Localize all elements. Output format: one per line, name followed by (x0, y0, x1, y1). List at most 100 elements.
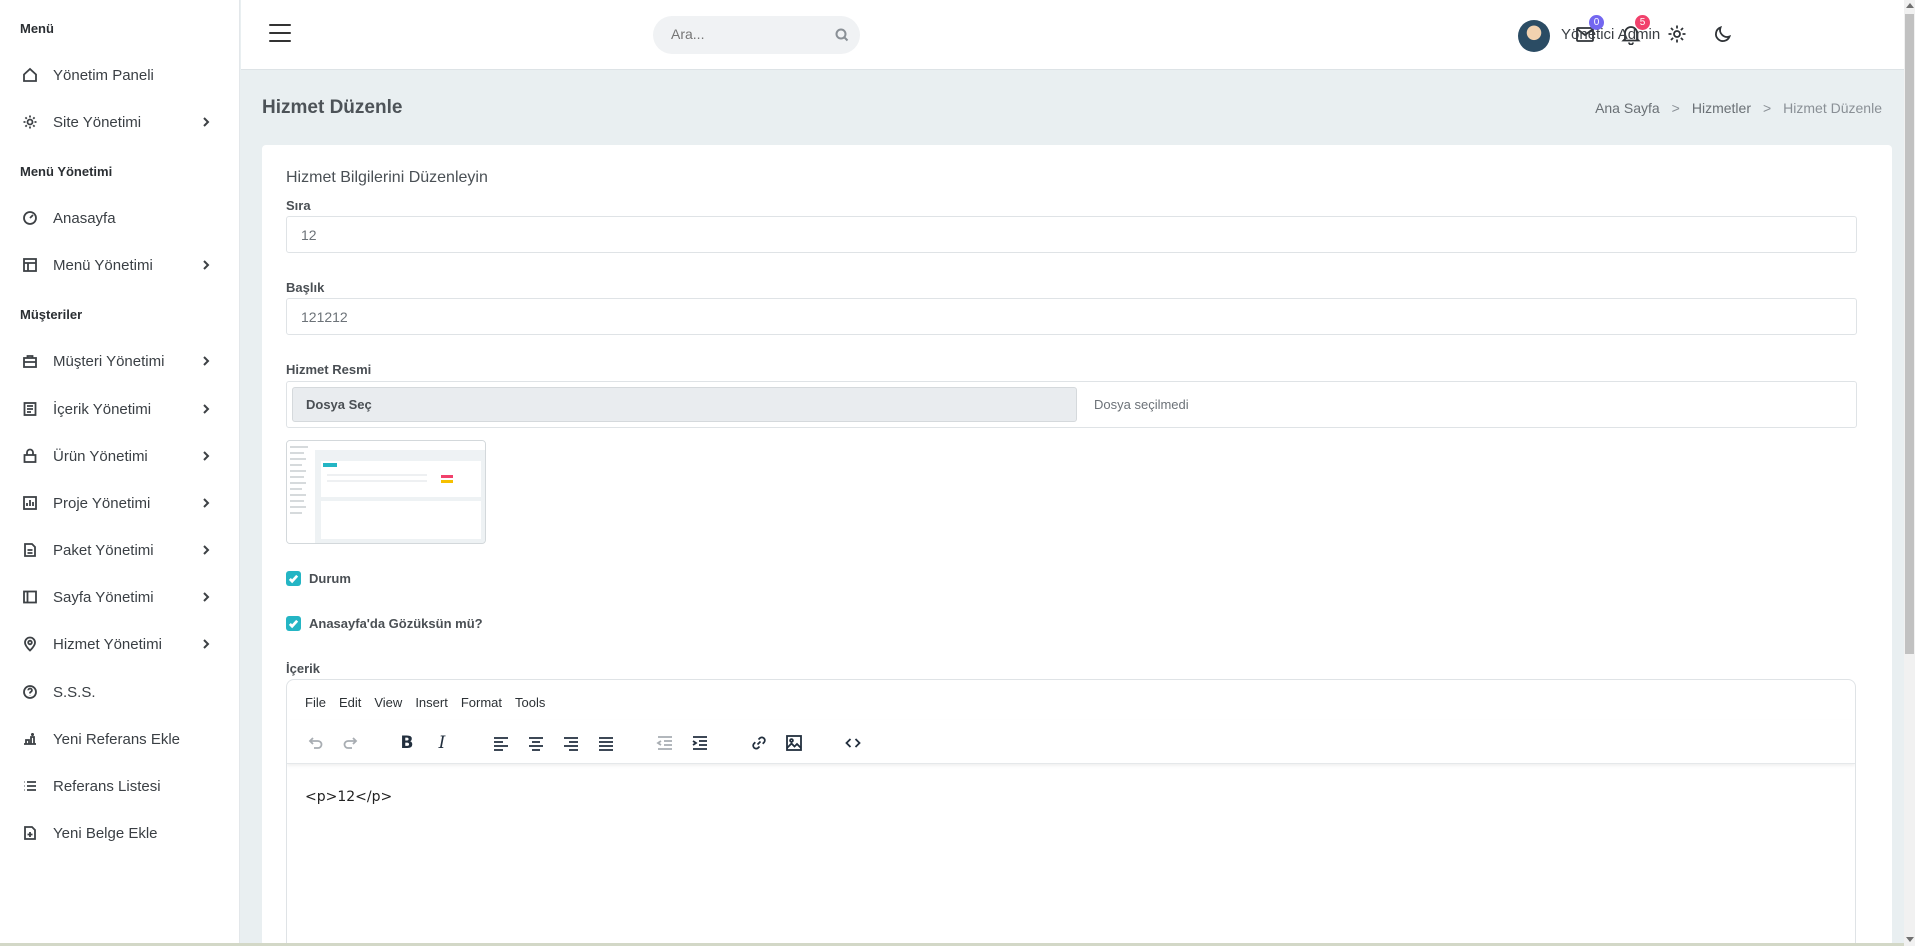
menu-file[interactable]: File (305, 695, 326, 710)
image-icon[interactable] (784, 733, 804, 753)
sidebar-item-urun-yonetimi[interactable]: Ürün Yönetimi (0, 436, 239, 476)
sira-input[interactable] (286, 216, 1857, 253)
checkbox-checked-icon[interactable] (286, 616, 301, 631)
chevron-right-icon (199, 543, 213, 557)
sidebar-item-label: S.S.S. (53, 683, 96, 701)
breadcrumb-home-link[interactable]: Ana Sayfa (1595, 100, 1660, 116)
sidebar-item-yeni-referans-ekle[interactable]: Yeni Referans Ekle (0, 719, 239, 759)
sidebar: Menü Yönetim Paneli Site Yönetimi Menü Y… (0, 0, 240, 946)
map-pin-icon (22, 636, 38, 652)
search-input[interactable] (671, 26, 821, 42)
sidebar-section-musteriler: Müşteriler (20, 307, 83, 322)
rich-text-editor: File Edit View Insert Format Tools B I <… (286, 679, 1856, 946)
breadcrumb: Ana Sayfa > Hizmetler > Hizmet Düzenle (1595, 100, 1882, 116)
icerik-label: İçerik (286, 661, 320, 676)
scroll-down-arrow-icon[interactable] (1906, 937, 1914, 942)
sira-label: Sıra (286, 198, 311, 213)
home-icon (22, 67, 38, 83)
sidebar-item-menu-yonetimi[interactable]: Menü Yönetimi (0, 245, 239, 285)
page-scrollbar[interactable] (1904, 0, 1915, 946)
breadcrumb-separator: > (1762, 100, 1772, 116)
sidebar-item-label: Paket Yönetimi (53, 541, 154, 559)
breadcrumb-current: Hizmet Düzenle (1783, 100, 1882, 116)
baslik-label: Başlık (286, 280, 325, 295)
outdent-icon[interactable] (655, 733, 675, 753)
sidebar-section-menu: Menü (20, 21, 54, 36)
user-name[interactable]: Yönetici Admin (1561, 26, 1660, 43)
anasayfa-label: Anasayfa'da Gözüksün mü? (309, 616, 483, 631)
settings-button[interactable] (1666, 23, 1688, 45)
sidebar-item-sss[interactable]: S.S.S. (0, 672, 239, 712)
chevron-right-icon (199, 449, 213, 463)
search-box (653, 16, 860, 54)
align-left-icon[interactable] (491, 733, 511, 753)
sidebar-item-label: Proje Yönetimi (53, 494, 151, 512)
scroll-up-arrow-icon[interactable] (1906, 3, 1914, 8)
breadcrumb-separator: > (1671, 100, 1680, 116)
indent-icon[interactable] (690, 733, 710, 753)
menu-insert[interactable]: Insert (415, 695, 448, 710)
scrollbar-thumb[interactable] (1905, 14, 1914, 654)
baslik-input[interactable] (286, 298, 1857, 335)
gear-icon (1668, 25, 1686, 43)
sidebar-item-label: Ürün Yönetimi (53, 447, 148, 465)
editor-content[interactable]: <p>12</p> (305, 789, 392, 805)
topbar: 0 5 Yönetici Admin (241, 0, 1904, 70)
breadcrumb-services-link[interactable]: Hizmetler (1692, 100, 1751, 116)
chevron-right-icon (199, 590, 213, 604)
checkbox-checked-icon[interactable] (286, 571, 301, 586)
sidebar-item-label: Yönetim Paneli (53, 66, 154, 84)
undo-icon[interactable] (305, 733, 325, 753)
sidebar-item-paket-yonetimi[interactable]: Paket Yönetimi (0, 530, 239, 570)
source-code-icon[interactable] (843, 733, 863, 753)
list-icon (22, 778, 38, 794)
hizmet-resmi-label: Hizmet Resmi (286, 362, 372, 377)
service-image-preview (286, 440, 486, 544)
gear-icon (22, 114, 38, 130)
sidebar-item-yonetim-paneli[interactable]: Yönetim Paneli (0, 55, 239, 95)
italic-icon[interactable]: I (432, 733, 452, 753)
avatar[interactable] (1518, 20, 1550, 52)
file-status: Dosya seçilmedi (1094, 397, 1189, 412)
menu-view[interactable]: View (374, 695, 402, 710)
link-icon[interactable] (749, 733, 769, 753)
sidebar-item-hizmet-yonetimi[interactable]: Hizmet Yönetimi (0, 624, 239, 664)
redo-icon[interactable] (341, 733, 361, 753)
page-title: Hizmet Düzenle (262, 97, 403, 118)
file-add-icon (22, 825, 38, 841)
bold-icon[interactable]: B (397, 733, 417, 753)
sidebar-item-label: Menü Yönetimi (53, 256, 153, 274)
durum-checkbox[interactable]: Durum (286, 571, 351, 586)
menu-edit[interactable]: Edit (339, 695, 361, 710)
bar-chart-icon (22, 495, 38, 511)
sidebar-item-referans-listesi[interactable]: Referans Listesi (0, 766, 239, 806)
sidebar-item-yeni-belge-ekle[interactable]: Yeni Belge Ekle (0, 813, 239, 853)
sidebar-item-label: Site Yönetimi (53, 113, 142, 131)
file-input[interactable]: Dosya Seç Dosya seçilmedi (286, 381, 1857, 428)
align-right-icon[interactable] (561, 733, 581, 753)
editor-toolbar: B I (287, 720, 1855, 764)
layout-icon (22, 257, 38, 273)
sidebar-layout-icon (22, 589, 38, 605)
chevron-right-icon (199, 115, 213, 129)
sidebar-item-icerik-yonetimi[interactable]: İçerik Yönetimi (0, 389, 239, 429)
sidebar-item-label: Müşteri Yönetimi (53, 352, 165, 370)
hamburger-menu-icon[interactable] (269, 24, 291, 44)
briefcase-icon (22, 353, 38, 369)
dark-mode-toggle[interactable] (1712, 23, 1734, 45)
sidebar-item-proje-yonetimi[interactable]: Proje Yönetimi (0, 483, 239, 523)
sidebar-item-sayfa-yonetimi[interactable]: Sayfa Yönetimi (0, 577, 239, 617)
edit-service-card: Hizmet Bilgilerini Düzenleyin Sıra Başlı… (262, 145, 1892, 946)
anasayfa-checkbox[interactable]: Anasayfa'da Gözüksün mü? (286, 616, 483, 631)
search-icon[interactable] (834, 27, 850, 43)
choose-file-button[interactable]: Dosya Seç (292, 387, 1077, 422)
align-center-icon[interactable] (526, 733, 546, 753)
sidebar-item-label: Yeni Referans Ekle (53, 730, 181, 748)
menu-tools[interactable]: Tools (515, 695, 545, 710)
align-justify-icon[interactable] (596, 733, 616, 753)
sidebar-item-label: Yeni Belge Ekle (53, 824, 158, 842)
sidebar-item-musteri-yonetimi[interactable]: Müşteri Yönetimi (0, 341, 239, 381)
sidebar-item-site-yonetimi[interactable]: Site Yönetimi (0, 102, 239, 142)
menu-format[interactable]: Format (461, 695, 502, 710)
sidebar-item-anasayfa[interactable]: Anasayfa (0, 198, 239, 238)
